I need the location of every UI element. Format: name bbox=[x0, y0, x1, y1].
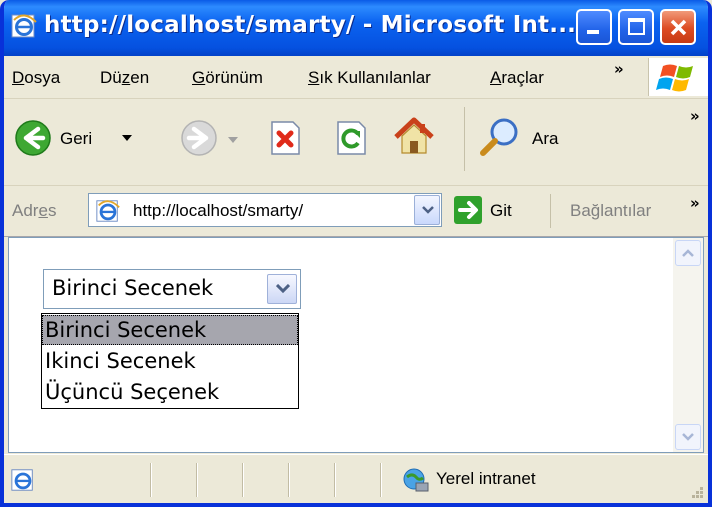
menu-more-chevron[interactable]: » bbox=[614, 60, 624, 78]
address-bar: Adres http://localhost/smarty/ Git Bağla… bbox=[4, 186, 708, 237]
back-button[interactable]: Geri bbox=[10, 117, 170, 163]
links-label[interactable]: Bağlantılar bbox=[570, 201, 651, 221]
ie-page-icon bbox=[96, 200, 120, 222]
menu-view[interactable]: Görünüm bbox=[192, 68, 263, 88]
option-select[interactable]: Birinci Secenek bbox=[43, 269, 301, 309]
window-title: http://localhost/smarty/ - Microsoft Int… bbox=[44, 12, 577, 38]
vertical-scrollbar[interactable] bbox=[673, 238, 703, 452]
select-dropdown-button[interactable] bbox=[267, 274, 297, 304]
address-separator bbox=[550, 194, 551, 228]
toolbar-more-chevron[interactable]: » bbox=[690, 107, 700, 125]
page-content: Birinci Secenek Birinci Secenek Ikinci S… bbox=[8, 237, 704, 453]
close-button[interactable] bbox=[660, 9, 696, 45]
go-arrow-icon[interactable] bbox=[454, 196, 482, 224]
menu-favorites[interactable]: Sık Kullanılanlar bbox=[308, 68, 431, 88]
browser-window: http://localhost/smarty/ - Microsoft Int… bbox=[0, 0, 712, 507]
select-dropdown-list: Birinci Secenek Ikinci Secenek Üçüncü Se… bbox=[41, 313, 299, 409]
page-status-icon bbox=[11, 469, 33, 491]
menu-tools[interactable]: Araçlar bbox=[490, 68, 544, 88]
ie-page-icon bbox=[11, 14, 37, 38]
windows-flag-icon bbox=[656, 64, 693, 92]
address-dropdown-button[interactable] bbox=[414, 195, 440, 225]
title-bar[interactable]: http://localhost/smarty/ - Microsoft Int… bbox=[4, 0, 708, 56]
windows-logo bbox=[648, 58, 708, 96]
search-label: Ara bbox=[532, 129, 559, 148]
links-more-chevron[interactable]: » bbox=[690, 194, 700, 212]
intranet-globe-icon bbox=[403, 468, 429, 492]
scroll-down-button[interactable] bbox=[675, 424, 701, 450]
menu-bar: Dosya Düzen Görünüm Sık Kullanılanlar Ar… bbox=[4, 56, 708, 99]
status-divider bbox=[380, 463, 382, 497]
menu-edit[interactable]: Düzen bbox=[100, 68, 149, 88]
select-value: Birinci Secenek bbox=[52, 276, 214, 300]
select-option[interactable]: Ikinci Secenek bbox=[42, 346, 298, 376]
address-label: Adres bbox=[12, 201, 57, 220]
maximize-button[interactable] bbox=[618, 9, 654, 45]
status-divider bbox=[288, 463, 290, 497]
chevron-down-icon bbox=[276, 284, 290, 294]
select-option[interactable]: Üçüncü Seçenek bbox=[42, 377, 298, 407]
status-divider bbox=[242, 463, 244, 497]
chevron-down-icon bbox=[682, 433, 694, 441]
close-icon bbox=[670, 19, 687, 36]
security-zone-label: Yerel intranet bbox=[436, 469, 536, 488]
home-icon[interactable] bbox=[392, 115, 436, 159]
chevron-down-icon bbox=[422, 206, 434, 214]
menu-file[interactable]: Dosya bbox=[12, 68, 60, 88]
refresh-icon[interactable] bbox=[332, 119, 370, 157]
maximize-icon bbox=[628, 18, 645, 35]
address-url: http://localhost/smarty/ bbox=[133, 201, 304, 220]
stop-icon[interactable] bbox=[266, 119, 304, 157]
minimize-icon bbox=[587, 30, 599, 34]
back-dropdown-icon bbox=[122, 135, 132, 141]
forward-dropdown-icon[interactable] bbox=[228, 137, 238, 145]
go-label[interactable]: Git bbox=[490, 201, 512, 221]
forward-arrow-icon[interactable] bbox=[180, 119, 218, 157]
back-arrow-icon bbox=[15, 120, 51, 156]
resize-grip-icon[interactable] bbox=[688, 483, 704, 499]
chevron-up-icon bbox=[682, 249, 694, 257]
status-divider bbox=[150, 463, 152, 497]
address-input[interactable]: http://localhost/smarty/ bbox=[88, 193, 442, 227]
search-icon bbox=[480, 118, 518, 156]
back-label: Geri bbox=[60, 129, 93, 148]
status-divider bbox=[196, 463, 198, 497]
toolbar-separator bbox=[464, 107, 465, 171]
status-bar: Yerel intranet bbox=[4, 454, 708, 503]
status-divider bbox=[334, 463, 336, 497]
standard-toolbar: Geri Ara » bbox=[4, 99, 708, 186]
minimize-button[interactable] bbox=[576, 9, 612, 45]
scroll-up-button[interactable] bbox=[675, 240, 701, 266]
search-button[interactable]: Ara bbox=[478, 115, 578, 161]
select-option[interactable]: Birinci Secenek bbox=[42, 315, 298, 345]
